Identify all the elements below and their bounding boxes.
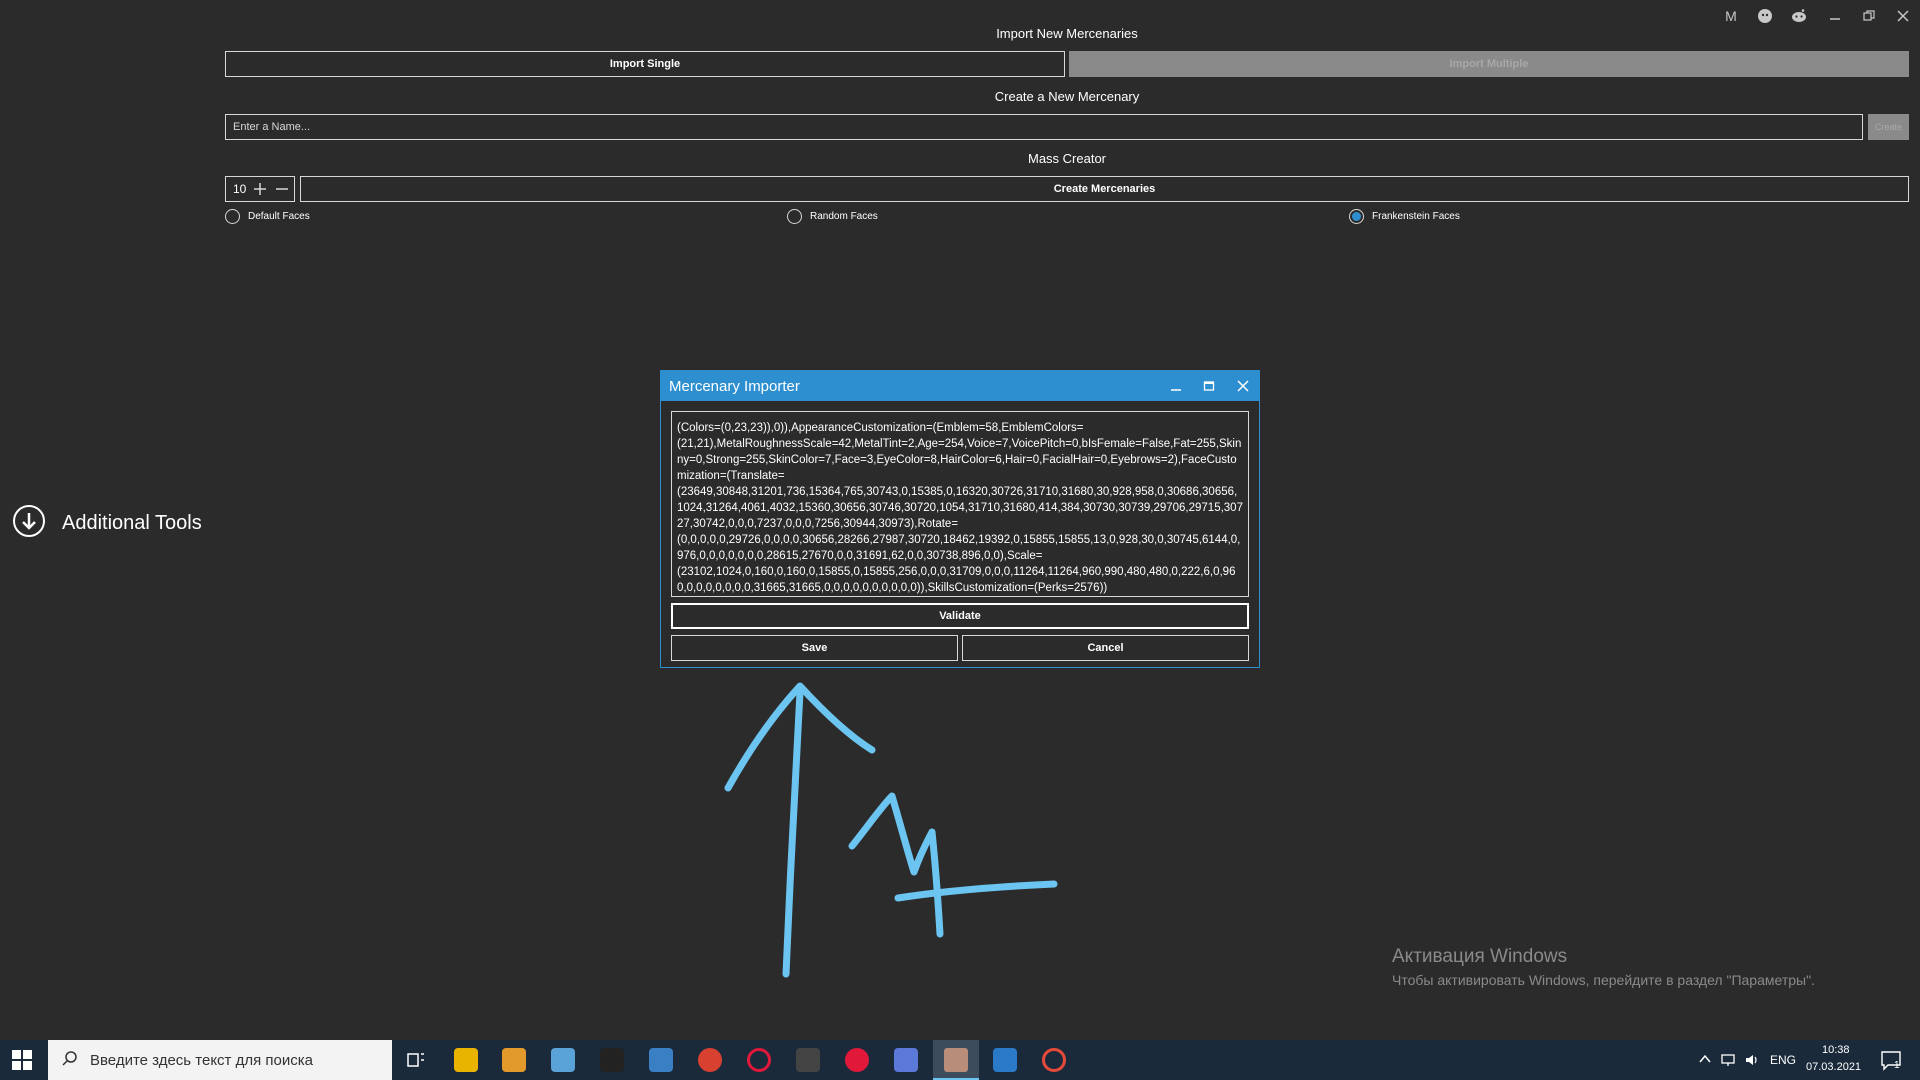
search-icon [62, 1050, 78, 1070]
volume-icon[interactable] [1744, 1052, 1760, 1073]
chrome-icon[interactable] [698, 1048, 722, 1072]
annotation-drawing [724, 682, 1058, 978]
notes-app-icon[interactable] [551, 1048, 575, 1072]
search-placeholder: Введите здесь текст для поиска [90, 1051, 313, 1069]
yandex-browser-icon[interactable] [845, 1048, 869, 1072]
activation-subtitle: Чтобы активировать Windows, перейдите в … [1392, 972, 1815, 988]
network-icon[interactable] [1720, 1052, 1736, 1073]
notification-count: 1 [1894, 1060, 1900, 1071]
language-indicator[interactable]: ENG [1770, 1053, 1796, 1067]
terminal-icon[interactable] [600, 1048, 624, 1072]
game-launcher-icon[interactable] [796, 1048, 820, 1072]
clock-time[interactable]: 10:38 [1822, 1044, 1850, 1056]
media-player-icon[interactable] [502, 1048, 526, 1072]
windows-start-icon[interactable] [12, 1050, 32, 1075]
activation-title: Активация Windows [1392, 946, 1568, 967]
photos-icon[interactable] [993, 1048, 1017, 1072]
tray-chevron-up-icon[interactable] [1698, 1052, 1712, 1071]
taskbar-search[interactable]: Введите здесь текст для поиска [48, 1040, 392, 1080]
opera-icon[interactable] [747, 1048, 771, 1072]
recorder-icon[interactable] [1042, 1048, 1066, 1072]
file-explorer-icon[interactable] [454, 1048, 478, 1072]
portrait-app-icon [944, 1048, 968, 1072]
task-view-icon[interactable] [404, 1048, 428, 1072]
clock-date[interactable]: 07.03.2021 [1806, 1061, 1861, 1073]
taskbar: Введите здесь текст для поиска ENG 10:38… [0, 1040, 1920, 1080]
editor-icon[interactable] [649, 1048, 673, 1072]
chat-app-icon[interactable] [894, 1048, 918, 1072]
active-app-tab[interactable] [933, 1040, 979, 1080]
